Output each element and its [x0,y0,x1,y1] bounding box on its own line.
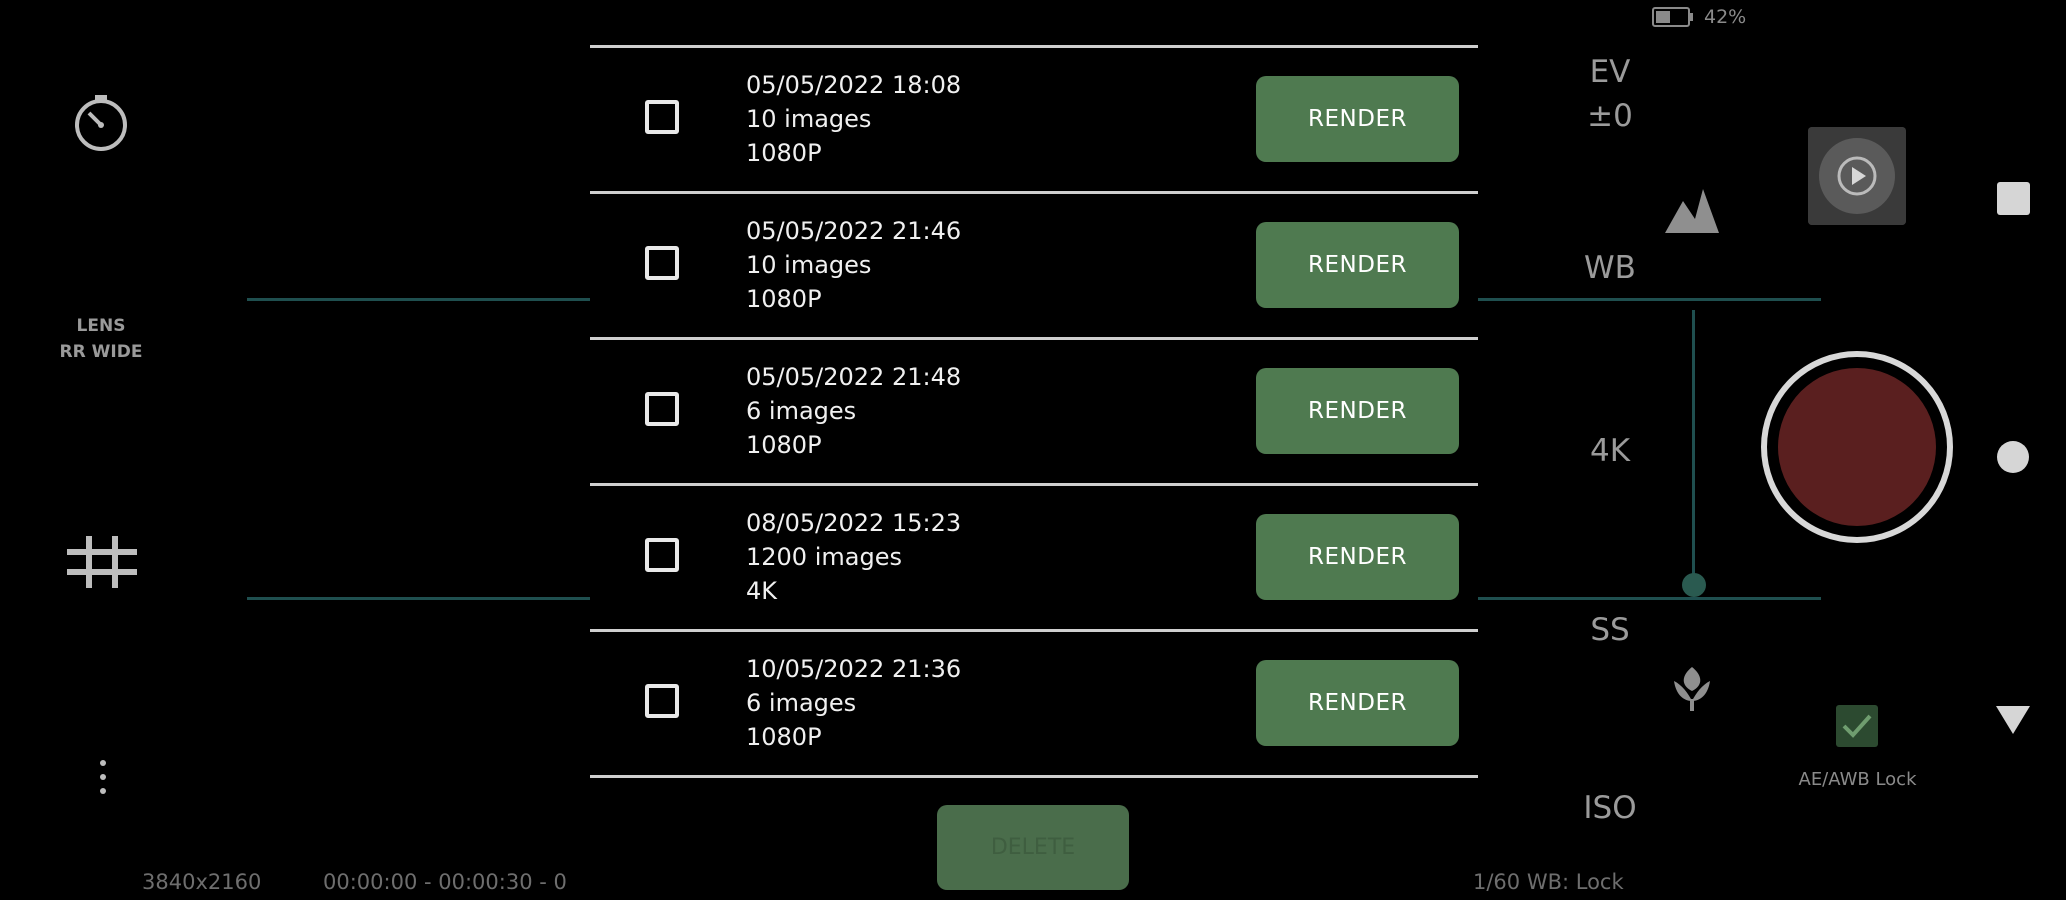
wb-label[interactable]: WB [1550,250,1670,286]
item-count: 10 images [746,105,872,133]
focus-slider-handle[interactable] [1682,573,1706,597]
item-count: 1200 images [746,543,902,571]
list-item: 05/05/2022 21:48 6 images 1080P RENDER [590,337,1478,483]
home-icon[interactable] [1997,441,2029,473]
gallery-thumbnail[interactable] [1808,127,1906,225]
select-checkbox[interactable] [645,684,679,718]
select-checkbox[interactable] [645,392,679,426]
focus-slider-track[interactable] [1692,310,1695,588]
resolution-readout: 3840x2160 [142,870,262,894]
render-button[interactable]: RENDER [1256,368,1459,454]
iso-label[interactable]: ISO [1550,790,1670,826]
ae-awb-lock-checkbox[interactable] [1836,705,1878,747]
ev-control[interactable]: EV ±0 [1550,50,1670,138]
guide-line-bottom-left [247,597,590,600]
lens-value: RR WIDE [59,342,143,362]
delete-button[interactable]: DELETE [937,805,1129,890]
render-button[interactable]: RENDER [1256,514,1459,600]
guide-line-top-left [247,298,590,301]
item-date: 05/05/2022 21:48 [746,363,962,391]
more-vert-icon[interactable] [88,760,118,794]
quality-label[interactable]: 4K [1550,433,1670,469]
battery-icon [1652,6,1694,28]
item-count: 6 images [746,689,857,717]
item-date: 08/05/2022 15:23 [746,509,962,537]
ae-awb-lock-label: AE/AWB Lock [1798,769,1917,790]
landscape-focus-icon[interactable] [1664,185,1720,237]
record-button[interactable] [1778,368,1936,526]
battery-percent: 42% [1704,6,1747,28]
item-resolution: 1080P [746,723,822,751]
timer-icon[interactable] [68,90,134,156]
timing-readout: 00:00:00 - 00:00:30 - 0 [323,870,567,894]
list-item: 05/05/2022 21:46 10 images 1080P RENDER [590,191,1478,337]
macro-focus-icon[interactable] [1666,660,1718,712]
item-count: 10 images [746,251,872,279]
render-button[interactable]: RENDER [1256,660,1459,746]
stop-icon[interactable] [1997,182,2030,215]
render-button[interactable]: RENDER [1256,76,1459,162]
ev-value: ±0 [1587,98,1633,134]
item-count: 6 images [746,397,857,425]
back-icon[interactable] [1993,702,2033,738]
list-item: 10/05/2022 21:36 6 images 1080P RENDER [590,629,1478,778]
exposure-status: 1/60 WB: Lock [1473,870,1624,894]
timelapse-list: 05/05/2022 18:08 10 images 1080P RENDER … [590,45,1478,778]
item-resolution: 1080P [746,139,822,167]
item-resolution: 4K [746,577,778,605]
item-date: 05/05/2022 18:08 [746,71,962,99]
lens-selector[interactable]: LENS RR WIDE [40,313,162,365]
select-checkbox[interactable] [645,100,679,134]
ev-label: EV [1589,54,1631,90]
item-date: 05/05/2022 21:46 [746,217,962,245]
guide-line-top-right [1478,298,1821,301]
select-checkbox[interactable] [645,538,679,572]
list-item: 08/05/2022 15:23 1200 images 4K RENDER [590,483,1478,629]
item-date: 10/05/2022 21:36 [746,655,962,683]
select-checkbox[interactable] [645,246,679,280]
item-resolution: 1080P [746,285,822,313]
list-item: 05/05/2022 18:08 10 images 1080P RENDER [590,45,1478,191]
ss-label[interactable]: SS [1550,612,1670,648]
guide-line-bottom-right [1478,597,1821,600]
item-resolution: 1080P [746,431,822,459]
lens-label: LENS [76,316,126,336]
grid-icon[interactable] [62,527,142,597]
render-button[interactable]: RENDER [1256,222,1459,308]
